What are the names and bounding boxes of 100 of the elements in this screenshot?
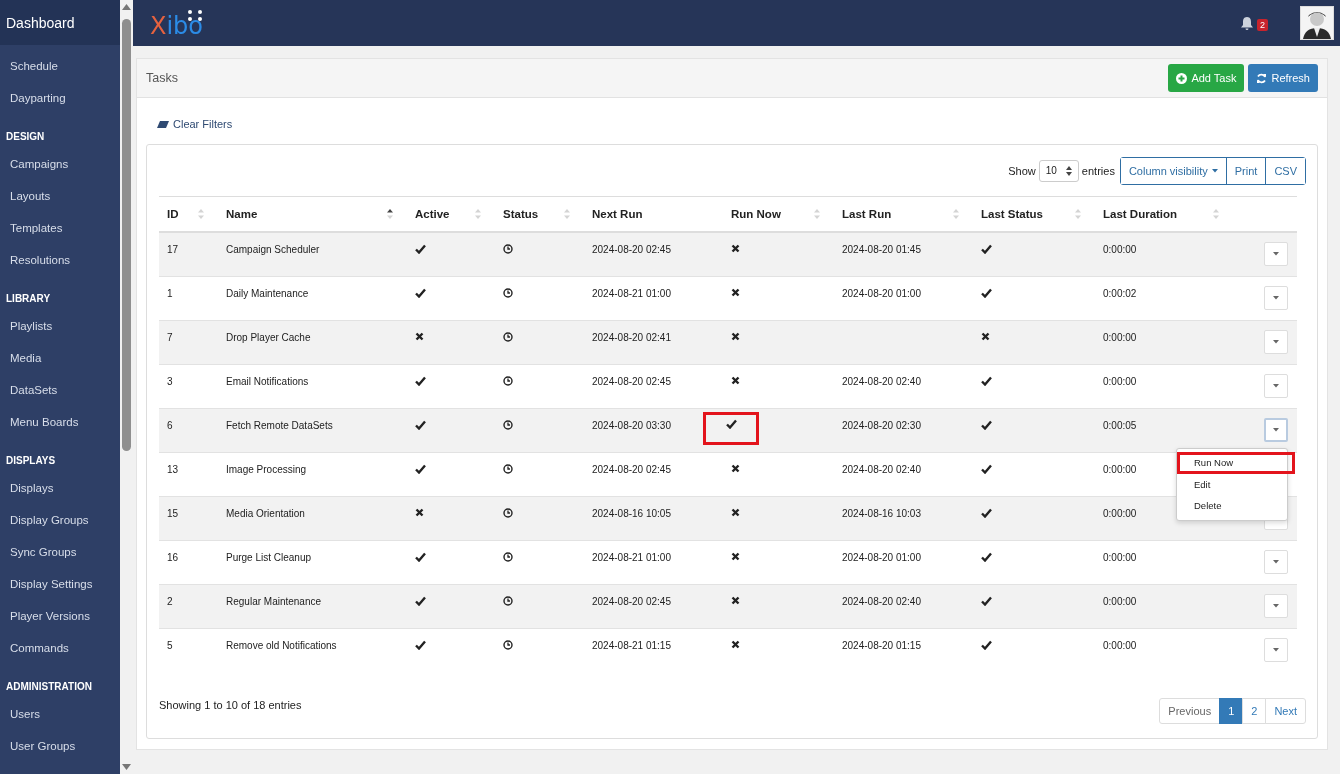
- sidebar-item[interactable]: Commands: [0, 632, 120, 664]
- row-menu-button[interactable]: [1264, 417, 1288, 442]
- caret-icon: [1273, 559, 1279, 564]
- sidebar-item[interactable]: Player Versions: [0, 600, 120, 632]
- sidebar-item[interactable]: User Groups: [0, 730, 120, 762]
- caret-icon: [1273, 647, 1279, 652]
- scroll-down-icon[interactable]: [122, 764, 131, 770]
- caret-icon: [1273, 427, 1279, 432]
- eraser-icon: [157, 119, 169, 129]
- caret-icon: [1273, 339, 1279, 344]
- refresh-button[interactable]: Refresh: [1248, 64, 1318, 92]
- column-header[interactable]: Last Run: [842, 208, 892, 220]
- table-cell: 2024-08-21 01:00: [592, 551, 671, 563]
- pagination-button[interactable]: 2: [1242, 698, 1267, 724]
- table-cell: 15: [167, 507, 179, 519]
- sidebar-item[interactable]: Playlists: [0, 310, 120, 342]
- table-cell: 1: [167, 287, 173, 299]
- pagination-button[interactable]: Next: [1265, 698, 1306, 724]
- show-label: Show: [1008, 164, 1036, 177]
- page-size-select[interactable]: 10: [1038, 159, 1079, 182]
- row-menu-button[interactable]: [1264, 242, 1288, 266]
- column-header[interactable]: Status: [503, 208, 539, 220]
- table-cell: 2024-08-20 02:45: [592, 595, 671, 607]
- caret-icon: [1273, 603, 1279, 608]
- avatar[interactable]: [1300, 6, 1334, 40]
- column-visibility-button[interactable]: Column visibility: [1120, 157, 1227, 184]
- sidebar-item[interactable]: Resolutions: [0, 244, 120, 276]
- bell-icon[interactable]: [1240, 16, 1254, 30]
- sidebar-item[interactable]: Users: [0, 698, 120, 730]
- scroll-up-icon[interactable]: [122, 4, 131, 10]
- clock-icon: [503, 639, 513, 650]
- table-cell: Daily Maintenance: [226, 287, 309, 299]
- table-cell: 0:00:02: [1103, 287, 1137, 299]
- sidebar-item[interactable]: Templates: [0, 212, 120, 244]
- sidebar-item[interactable]: Displays: [0, 472, 120, 504]
- notification-count: 2: [1257, 19, 1268, 31]
- table-cell: Image Processing: [226, 463, 307, 475]
- plus-circle-icon: [1176, 72, 1188, 84]
- table-cell: 2024-08-20 02:40: [842, 463, 921, 475]
- column-header[interactable]: Last Status: [981, 208, 1043, 220]
- sidebar-item[interactable]: Campaigns: [0, 148, 120, 180]
- column-header[interactable]: Last Duration: [1103, 208, 1178, 220]
- row-menu-button[interactable]: [1264, 329, 1288, 354]
- row-menu-button[interactable]: [1264, 593, 1288, 618]
- pagination-button[interactable]: 1: [1219, 698, 1244, 724]
- table-cell: 2024-08-20 02:45: [592, 375, 671, 387]
- table-cell: 17: [167, 244, 179, 255]
- row-menu-button[interactable]: [1264, 373, 1288, 398]
- page-title: Tasks: [146, 71, 178, 85]
- table-cell: 2024-08-20 02:40: [842, 595, 921, 607]
- menu-item[interactable]: Delete: [1177, 495, 1287, 516]
- sidebar-item[interactable]: Media: [0, 342, 120, 374]
- menu-item[interactable]: Run Now: [1177, 451, 1295, 474]
- logo[interactable]: Xibo: [150, 8, 204, 38]
- table-cell: Drop Player Cache: [226, 331, 311, 343]
- table-cell: 2024-08-20 02:40: [842, 375, 921, 387]
- clock-icon: [503, 375, 513, 386]
- sidebar-title[interactable]: Dashboard: [0, 0, 120, 45]
- table-cell: 2024-08-21 01:15: [592, 639, 671, 651]
- table-cell: Regular Maintenance: [226, 595, 322, 607]
- clock-icon: [503, 463, 513, 474]
- caret-icon: [1273, 295, 1279, 300]
- sidebar-item[interactable]: Display Groups: [0, 504, 120, 536]
- row-menu-button[interactable]: [1264, 549, 1288, 574]
- table-cell: 13: [167, 463, 179, 475]
- table-cell: 5: [167, 639, 173, 651]
- table-cell: 2024-08-20 01:00: [842, 551, 921, 563]
- table-cell: 0:00:00: [1103, 244, 1137, 255]
- sidebar-item[interactable]: Dayparting: [0, 82, 120, 114]
- column-header[interactable]: Name: [226, 208, 258, 220]
- sidebar-item[interactable]: Sync Groups: [0, 536, 120, 568]
- table-cell: 2024-08-20 02:41: [592, 331, 671, 343]
- table-cell: 7: [167, 331, 173, 343]
- sidebar-item[interactable]: Menu Boards: [0, 406, 120, 438]
- menu-item[interactable]: Edit: [1177, 474, 1287, 495]
- table-cell: 0:00:00: [1103, 463, 1137, 475]
- column-header[interactable]: ID: [167, 208, 179, 220]
- sidebar-item[interactable]: Layouts: [0, 180, 120, 212]
- scrollbar-thumb[interactable]: [122, 19, 131, 451]
- column-header[interactable]: Next Run: [592, 208, 643, 220]
- clear-filters-link[interactable]: Clear Filters: [146, 116, 233, 132]
- sidebar-item[interactable]: Schedule: [0, 50, 120, 82]
- sidebar-heading: ADMINISTRATION: [5, 680, 93, 694]
- row-menu-button[interactable]: [1264, 637, 1288, 662]
- table-cell: 0:00:00: [1103, 639, 1137, 651]
- refresh-icon: [1256, 72, 1268, 84]
- table-cell: 3: [167, 375, 173, 387]
- sidebar-item[interactable]: Display Settings: [0, 568, 120, 600]
- caret-icon: [1273, 252, 1279, 256]
- clock-icon: [503, 419, 513, 430]
- pagination-button[interactable]: Previous: [1159, 698, 1221, 724]
- table-cell: 0:00:00: [1103, 551, 1137, 563]
- column-header[interactable]: Run Now: [731, 208, 781, 220]
- column-header[interactable]: Active: [415, 208, 450, 220]
- sidebar-item[interactable]: DataSets: [0, 374, 120, 406]
- table-cell: Purge List Cleanup: [226, 551, 312, 563]
- table-cell: 2024-08-16 10:05: [592, 507, 671, 519]
- row-menu-button[interactable]: [1264, 285, 1288, 310]
- table-cell: Campaign Scheduler: [226, 244, 320, 255]
- table-cell: 0:00:00: [1103, 507, 1137, 519]
